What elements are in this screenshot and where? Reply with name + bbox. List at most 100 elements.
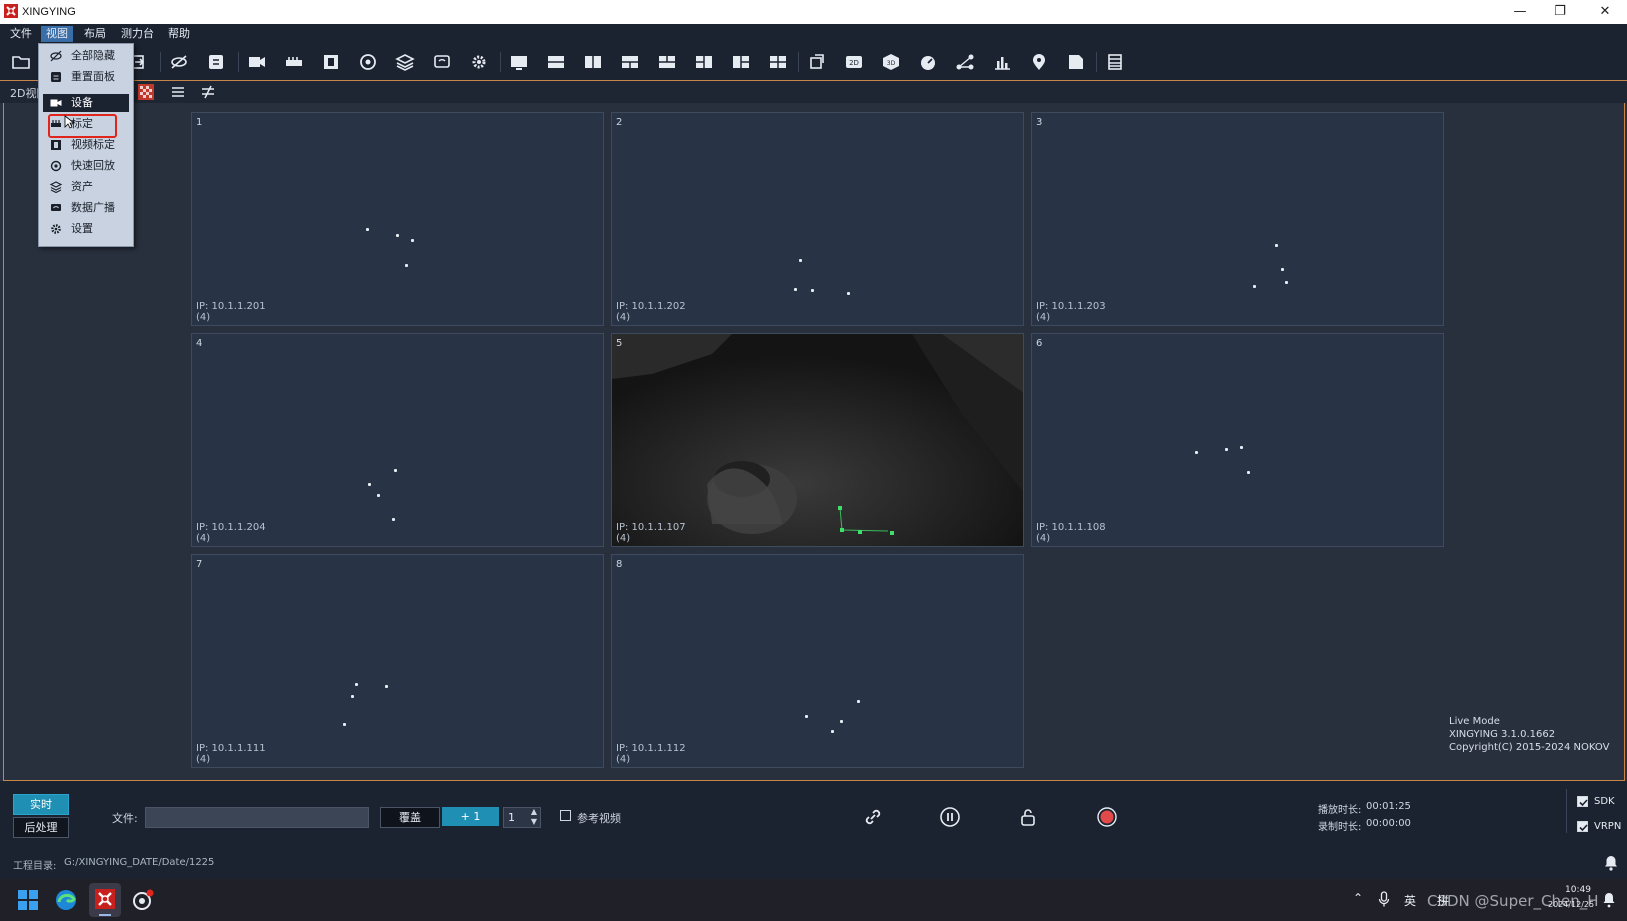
menu-item-settings[interactable]: 设置 <box>43 220 129 238</box>
rotate-view-icon[interactable] <box>806 52 828 72</box>
layout-three-left-icon[interactable] <box>693 52 715 72</box>
stepper-down-icon[interactable]: ▼ <box>531 817 537 826</box>
camera-number: 2 <box>616 117 623 128</box>
calibration-icon[interactable] <box>283 52 305 72</box>
menu-item-reset-panel[interactable]: 重置面板 <box>43 68 129 86</box>
location-pin-icon[interactable] <box>1028 52 1050 72</box>
mode-label: Live Mode <box>1449 716 1500 727</box>
bar-chart-icon[interactable] <box>991 52 1013 72</box>
pause-icon[interactable] <box>939 806 961 828</box>
vrpn-label: VRPN <box>1594 821 1622 832</box>
document-icon[interactable] <box>1065 52 1087 72</box>
layers-icon[interactable] <box>394 52 416 72</box>
layout-vsplit-icon[interactable] <box>582 52 604 72</box>
menu-force-plate[interactable]: 测力台 <box>116 26 159 42</box>
layout-three-bottom-icon[interactable] <box>656 52 678 72</box>
svg-text:2D: 2D <box>849 59 859 67</box>
overwrite-button[interactable]: 覆盖 <box>380 807 440 828</box>
menu-item-quick-replay[interactable]: 快速回放 <box>43 157 129 175</box>
broadcast-icon[interactable] <box>431 52 453 72</box>
hide-all-icon[interactable] <box>168 52 190 72</box>
camera-panel-5[interactable]: 5 IP: 10.1.1.107 (4) <box>611 333 1024 547</box>
layout-three-right-icon[interactable] <box>730 52 752 72</box>
camera-marker-count: (4) <box>196 754 211 765</box>
postprocess-button[interactable]: 后处理 <box>13 817 69 838</box>
skeleton-link-icon[interactable] <box>954 52 976 72</box>
file-label: 文件: <box>112 812 138 825</box>
increment-stepper[interactable]: 1 ▲ ▼ <box>503 807 541 828</box>
camera-panel-7[interactable]: 7 IP: 10.1.1.111 (4) <box>191 554 604 768</box>
camera-panel-3[interactable]: 3 IP: 10.1.1.203 (4) <box>1031 112 1444 326</box>
unlock-icon[interactable] <box>1017 806 1039 828</box>
replay-icon <box>50 160 62 172</box>
taskbar-notification-icon[interactable] <box>1602 892 1616 908</box>
menu-item-label: 重置面板 <box>71 70 115 83</box>
gauge-icon[interactable] <box>917 52 939 72</box>
sdk-checkbox[interactable] <box>1577 796 1588 807</box>
open-folder-icon[interactable] <box>10 52 32 72</box>
ref-video-checkbox[interactable] <box>560 810 571 821</box>
ime-indicator[interactable]: 英 <box>1404 892 1416 909</box>
camera-device-icon[interactable] <box>246 52 268 72</box>
camera-panel-2[interactable]: 2 IP: 10.1.1.202 (4) <box>611 112 1024 326</box>
menu-item-label: 视频标定 <box>71 138 115 151</box>
xingying-taskbar-app[interactable] <box>89 883 121 917</box>
realtime-button[interactable]: 实时 <box>13 794 69 815</box>
camera-panel-1[interactable]: 1 IP: 10.1.1.201 (4) <box>191 112 604 326</box>
layout-quad-icon[interactable] <box>767 52 789 72</box>
menu-item-assets[interactable]: 资产 <box>43 178 129 196</box>
menu-item-hide-all[interactable]: 全部隐藏 <box>43 47 129 65</box>
grid-view-icon[interactable] <box>138 84 154 100</box>
file-input[interactable] <box>145 807 369 828</box>
vrpn-checkbox[interactable] <box>1577 821 1588 832</box>
replay-icon[interactable] <box>357 52 379 72</box>
clock-time[interactable]: 10:49 <box>1565 885 1591 895</box>
windows-start-icon[interactable] <box>18 890 38 910</box>
camera-number: 6 <box>1036 338 1043 349</box>
menu-item-label: 设备 <box>71 96 93 109</box>
view-3d-icon[interactable]: 3D <box>880 52 902 72</box>
video-calibration-icon[interactable] <box>320 52 342 72</box>
panel-list-icon[interactable] <box>1104 52 1126 72</box>
record-icon[interactable] <box>1096 806 1118 828</box>
recorder-app-icon[interactable] <box>131 889 155 913</box>
link-icon[interactable] <box>862 806 884 828</box>
camera-marker-count: (4) <box>616 754 631 765</box>
camera-panel-4[interactable]: 4 IP: 10.1.1.204 (4) <box>191 333 604 547</box>
menu-item-data-broadcast[interactable]: 数据广播 <box>43 199 129 217</box>
layout-single-icon[interactable] <box>508 52 530 72</box>
xingying-app-icon <box>95 889 115 909</box>
view-2d-icon[interactable]: 2D <box>843 52 865 72</box>
edge-browser-icon[interactable] <box>55 889 77 911</box>
microphone-icon[interactable] <box>1378 891 1390 907</box>
menu-item-video-calibration[interactable]: 视频标定 <box>43 136 129 154</box>
menu-item-device[interactable]: 设备 <box>43 94 129 112</box>
minimize-button[interactable]: — <box>1505 2 1535 22</box>
camera-number: 4 <box>196 338 203 349</box>
stepper-value: 1 <box>508 811 515 824</box>
menu-layout[interactable]: 布局 <box>79 26 111 42</box>
notification-bell-icon[interactable] <box>1603 854 1619 872</box>
settings-gear-icon[interactable] <box>468 52 490 72</box>
menu-help[interactable]: 帮助 <box>163 26 195 42</box>
clock-date[interactable]: 2024/12/25 <box>1548 900 1594 909</box>
camera-panel-8[interactable]: 8 IP: 10.1.1.112 (4) <box>611 554 1024 768</box>
layout-three-top-icon[interactable] <box>619 52 641 72</box>
version-label: XINGYING 3.1.0.1662 <box>1449 729 1556 740</box>
menu-view[interactable]: 视图 <box>41 26 73 42</box>
camera-panel-6[interactable]: 6 IP: 10.1.1.108 (4) <box>1031 333 1444 547</box>
menu-bar: 文件 视图 布局 测力台 帮助 <box>0 24 1627 44</box>
sdk-label: SDK <box>1594 796 1615 807</box>
filter-toggle-icon[interactable] <box>200 84 216 100</box>
layout-hsplit-icon[interactable] <box>545 52 567 72</box>
maximize-button[interactable]: ❐ <box>1545 2 1575 22</box>
menu-file[interactable]: 文件 <box>5 26 37 42</box>
plus-one-button[interactable]: + 1 <box>442 807 499 826</box>
menu-item-label: 快速回放 <box>71 159 115 172</box>
list-view-icon[interactable] <box>170 84 186 100</box>
close-button[interactable]: ✕ <box>1590 2 1620 22</box>
reset-panel-icon[interactable] <box>205 52 227 72</box>
project-dir-path: G:/XINGYING_DATE/Date/1225 <box>64 857 215 868</box>
stepper-up-icon[interactable]: ▲ <box>531 807 537 816</box>
tray-expand-icon[interactable]: ⌃ <box>1353 891 1363 905</box>
